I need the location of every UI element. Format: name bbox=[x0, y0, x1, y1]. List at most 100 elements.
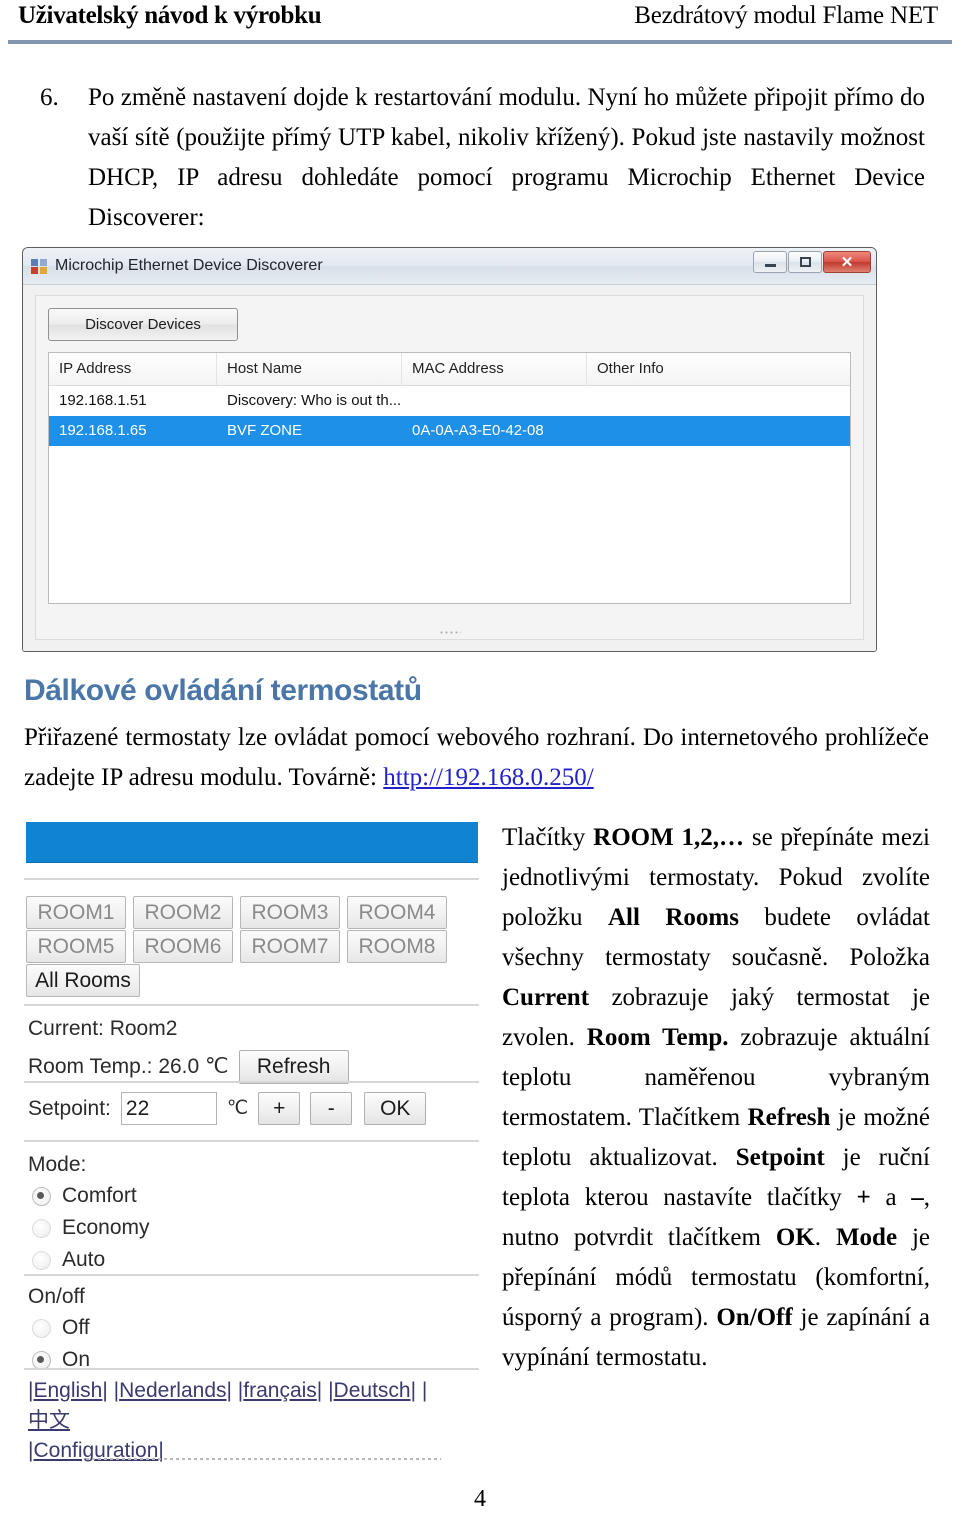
radio-icon[interactable] bbox=[32, 1350, 51, 1370]
maximize-icon[interactable] bbox=[788, 251, 822, 273]
room-button-8[interactable]: ROOM8 bbox=[347, 930, 447, 963]
header-right-title: Bezdrátový modul Flame NET bbox=[634, 2, 938, 29]
room-buttons-row-2: ROOM5 ROOM6 ROOM7 ROOM8 bbox=[26, 930, 476, 963]
thermostat-web-interface: ROOM1 ROOM2 ROOM3 ROOM4 ROOM5 ROOM6 ROOM… bbox=[18, 818, 486, 1470]
explanation-paragraph: Tlačítky ROOM 1,2,… se přepínáte mezi je… bbox=[502, 818, 930, 1378]
cell-mac bbox=[402, 386, 587, 416]
setpoint-unit-label: ℃ bbox=[226, 1097, 249, 1119]
language-link-francais[interactable]: français bbox=[243, 1379, 317, 1402]
window-title-bar[interactable]: Microchip Ethernet Device Discoverer ✕ bbox=[23, 248, 876, 285]
setpoint-line: Setpoint: 22 ℃ + - OK bbox=[28, 1092, 427, 1125]
room-buttons-group: ROOM1 ROOM2 ROOM3 ROOM4 ROOM5 ROOM6 ROOM… bbox=[26, 896, 476, 997]
column-header-ip[interactable]: IP Address bbox=[49, 353, 217, 385]
onoff-label: On/off bbox=[28, 1285, 85, 1308]
window-body: Discover Devices IP Address Host Name MA… bbox=[23, 285, 876, 651]
setpoint-input[interactable]: 22 bbox=[120, 1092, 217, 1125]
divider bbox=[24, 1004, 479, 1006]
room-button-4[interactable]: ROOM4 bbox=[347, 896, 447, 929]
table-row[interactable]: 192.168.1.51 Discovery: Who is out th... bbox=[49, 386, 850, 416]
cell-ip: 192.168.1.51 bbox=[59, 392, 147, 409]
resize-grip-icon[interactable] bbox=[438, 630, 461, 636]
step-paragraph: 6. Po změně nastavení dojde k restartová… bbox=[40, 78, 925, 238]
document-page: Uživatelský návod k výrobku Bezdrátový m… bbox=[0, 0, 960, 1531]
exp-b1: ROOM 1,2,… bbox=[593, 824, 745, 851]
exp-b4: Room Temp. bbox=[586, 1024, 729, 1051]
exp-t1: Tlačítky bbox=[502, 824, 594, 851]
exp-t8: a bbox=[870, 1184, 912, 1211]
decrease-setpoint-button[interactable]: - bbox=[310, 1092, 353, 1125]
exp-b2: All Rooms bbox=[607, 904, 739, 931]
onoff-option-on[interactable]: On bbox=[32, 1344, 90, 1376]
onoff-option-on-label: On bbox=[62, 1348, 91, 1371]
discover-devices-button[interactable]: Discover Devices bbox=[48, 308, 238, 341]
language-link-deutsch[interactable]: Deutsch bbox=[334, 1379, 411, 1402]
divider bbox=[24, 1368, 479, 1370]
dotted-divider bbox=[86, 1458, 441, 1460]
divider bbox=[24, 1081, 479, 1083]
mode-group: Mode: Comfort Economy Auto bbox=[28, 1150, 150, 1276]
listview-header: IP Address Host Name MAC Address Other I… bbox=[49, 353, 850, 386]
current-room-line: Current: Room2 bbox=[28, 1014, 349, 1044]
cell-other bbox=[587, 386, 850, 416]
onoff-option-off[interactable]: Off bbox=[32, 1312, 90, 1344]
step-text: Po změně nastavení dojde k restartování … bbox=[88, 84, 925, 231]
refresh-button[interactable]: Refresh bbox=[238, 1050, 349, 1084]
language-links-row-2: 中文 bbox=[28, 1406, 427, 1436]
room-temp-label: Room Temp.: 26.0 ℃ bbox=[28, 1055, 229, 1078]
language-links-row-1: |English| |Nederlands| |français| |Deuts… bbox=[28, 1379, 428, 1402]
header-divider bbox=[8, 40, 952, 44]
exp-b5: Refresh bbox=[747, 1104, 831, 1131]
exp-b6: Setpoint bbox=[735, 1144, 825, 1171]
room-button-7[interactable]: ROOM7 bbox=[240, 930, 340, 963]
cell-ip: 192.168.1.65 bbox=[59, 422, 147, 439]
onoff-option-off-label: Off bbox=[62, 1316, 90, 1339]
devices-listview[interactable]: IP Address Host Name MAC Address Other I… bbox=[48, 352, 851, 604]
table-row[interactable]: 192.168.1.65 BVF ZONE 0A-0A-A3-E0-42-08 bbox=[49, 416, 850, 446]
increase-setpoint-button[interactable]: + bbox=[258, 1092, 301, 1125]
language-link-chinese[interactable]: 中文 bbox=[28, 1409, 70, 1432]
close-icon[interactable]: ✕ bbox=[823, 251, 871, 273]
page-banner bbox=[26, 822, 478, 862]
mode-option-comfort[interactable]: Comfort bbox=[32, 1180, 150, 1212]
confirm-setpoint-button[interactable]: OK bbox=[364, 1092, 427, 1125]
room-button-3[interactable]: ROOM3 bbox=[240, 896, 340, 929]
language-links: |English| |Nederlands| |français| |Deuts… bbox=[28, 1376, 427, 1466]
room-button-1[interactable]: ROOM1 bbox=[26, 896, 126, 929]
minimize-icon[interactable] bbox=[753, 251, 787, 273]
current-room-label: Current: Room2 bbox=[28, 1017, 178, 1040]
exp-b7: + bbox=[856, 1184, 871, 1211]
microchip-discoverer-window: Microchip Ethernet Device Discoverer ✕ D… bbox=[22, 247, 877, 652]
language-link-english[interactable]: English bbox=[33, 1379, 102, 1402]
window-inner-panel: Discover Devices IP Address Host Name MA… bbox=[35, 295, 864, 640]
room-button-2[interactable]: ROOM2 bbox=[133, 896, 233, 929]
current-status-group: Current: Room2 Room Temp.: 26.0 ℃ Refres… bbox=[28, 1014, 349, 1084]
divider bbox=[24, 878, 479, 880]
configuration-row: |Configuration| bbox=[28, 1439, 164, 1462]
language-link-nederlands[interactable]: Nederlands bbox=[119, 1379, 226, 1402]
exp-b8: – bbox=[911, 1184, 924, 1211]
room-button-5[interactable]: ROOM5 bbox=[26, 930, 126, 963]
mode-option-auto[interactable]: Auto bbox=[32, 1244, 150, 1276]
mode-option-auto-label: Auto bbox=[62, 1248, 106, 1271]
step-number: 6. bbox=[40, 84, 59, 111]
column-header-other[interactable]: Other Info bbox=[587, 353, 850, 385]
divider bbox=[24, 1140, 479, 1142]
cell-host: Discovery: Who is out th... bbox=[227, 392, 402, 409]
column-header-mac[interactable]: MAC Address bbox=[402, 353, 587, 385]
mode-option-comfort-label: Comfort bbox=[62, 1184, 137, 1207]
column-header-host[interactable]: Host Name bbox=[217, 353, 402, 385]
radio-icon[interactable] bbox=[32, 1250, 51, 1270]
radio-icon[interactable] bbox=[32, 1218, 51, 1238]
room-button-6[interactable]: ROOM6 bbox=[133, 930, 233, 963]
cell-other bbox=[587, 416, 850, 446]
all-rooms-button[interactable]: All Rooms bbox=[26, 964, 140, 997]
header-left-title: Uživatelský návod k výrobku bbox=[18, 2, 322, 29]
module-ip-link[interactable]: http://192.168.0.250/ bbox=[383, 764, 593, 791]
radio-icon[interactable] bbox=[32, 1186, 51, 1206]
section-heading: Dálkové ovládání termostatů bbox=[24, 674, 422, 707]
radio-icon[interactable] bbox=[32, 1318, 51, 1338]
setpoint-label: Setpoint: bbox=[28, 1096, 111, 1120]
application-icon bbox=[31, 258, 48, 275]
setpoint-group: Setpoint: 22 ℃ + - OK bbox=[28, 1092, 427, 1125]
mode-option-economy[interactable]: Economy bbox=[32, 1212, 150, 1244]
